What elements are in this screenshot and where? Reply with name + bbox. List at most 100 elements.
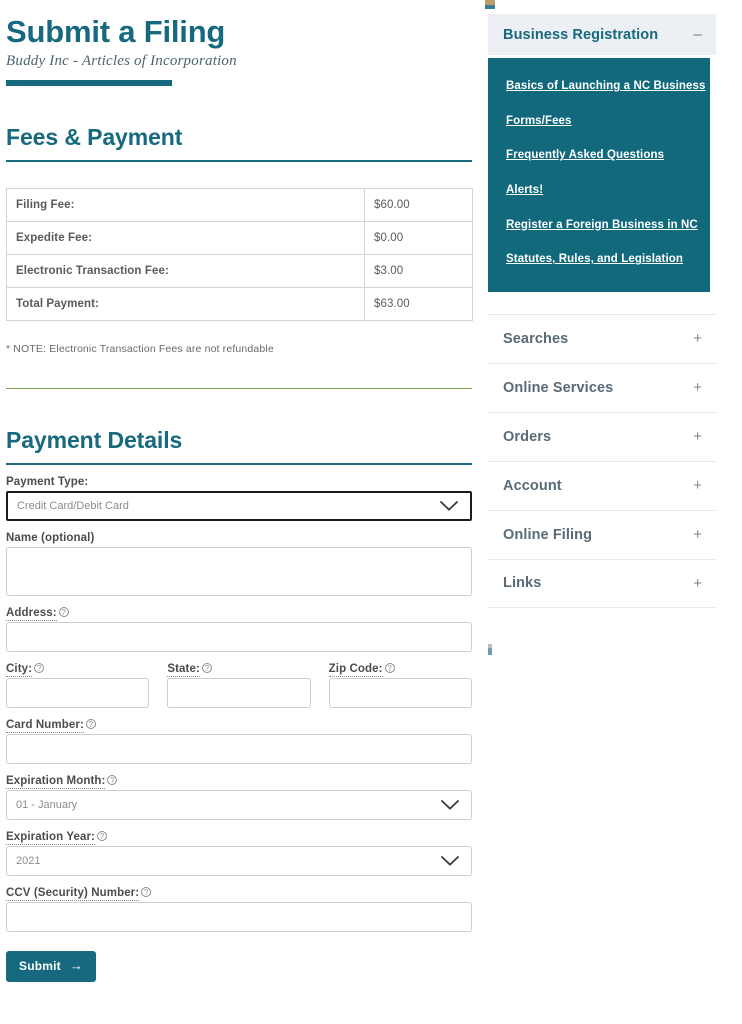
plus-icon[interactable]: + (693, 576, 702, 591)
expiration-month-value: 01 - January (16, 798, 78, 811)
fee-label: Filing Fee: (6, 187, 365, 222)
payment-section-heading: Payment Details (6, 426, 183, 453)
plus-icon[interactable]: + (693, 331, 702, 346)
plus-icon[interactable]: + (693, 527, 702, 542)
chevron-down-icon (441, 799, 459, 810)
table-row: Total Payment: $63.00 (6, 286, 473, 321)
name-input[interactable] (6, 546, 472, 596)
field-zip: Zip Code:? (328, 662, 472, 708)
expiration-year-select[interactable]: 2021 (6, 845, 472, 876)
zip-label-text: Zip Code: (328, 662, 383, 677)
help-icon[interactable]: ? (58, 606, 69, 617)
ccv-label: CCV (Security) Number:? (6, 886, 472, 901)
sidebar-section-business-registration[interactable]: Business Registration – (488, 14, 716, 55)
sidebar-section-online-filing[interactable]: Online Filing + (488, 509, 716, 559)
state-label-text: State: (167, 662, 200, 677)
help-icon[interactable]: ? (201, 662, 212, 673)
chevron-down-icon (440, 500, 458, 511)
arrow-right-icon: → (69, 958, 84, 974)
fee-label: Expedite Fee: (6, 220, 365, 255)
main-content: Submit a Filing Buddy Inc - Articles of … (0, 0, 480, 982)
field-name: Name (optional) (6, 532, 472, 596)
sidebar-section-title: Account (503, 477, 562, 494)
submit-button[interactable]: Submit → (6, 950, 97, 982)
name-label-text: Name (optional) (6, 531, 95, 544)
card-number-input[interactable] (6, 733, 472, 764)
help-icon[interactable]: ? (34, 662, 45, 673)
fee-amount: $0.00 (364, 220, 473, 255)
fee-label: Total Payment: (6, 286, 365, 321)
field-city-state-zip-row: City:? State:? Zip Code:? (6, 662, 472, 708)
expiration-month-select[interactable]: 01 - January (6, 789, 472, 820)
expiration-year-label-text: Expiration Year: (6, 830, 95, 845)
card-number-label: Card Number:? (6, 718, 472, 733)
address-label-text: Address: (6, 606, 57, 621)
sidebar-accordion-list: Searches + Online Services + Orders + Ac… (488, 313, 716, 608)
field-address: Address:? (6, 606, 472, 652)
field-card-number: Card Number:? (6, 718, 472, 764)
sidebar-link-statutes[interactable]: Statutes, Rules, and Legislation (488, 253, 710, 266)
address-input[interactable] (6, 621, 472, 652)
help-icon[interactable]: ? (107, 774, 118, 785)
address-label: Address:? (6, 606, 472, 621)
payment-section-rule (6, 462, 472, 465)
payment-type-select[interactable]: Credit Card/Debit Card (6, 490, 472, 521)
sidebar-section-orders[interactable]: Orders + (488, 411, 716, 461)
zip-label: Zip Code:? (328, 662, 472, 677)
sidebar-section-account[interactable]: Account + (488, 460, 716, 510)
help-icon[interactable]: ? (96, 830, 107, 841)
card-number-label-text: Card Number: (6, 718, 84, 733)
state-input[interactable] (167, 677, 311, 708)
sidebar-section-searches[interactable]: Searches + (488, 313, 716, 363)
field-city: City:? (6, 662, 150, 708)
page-subtitle: Buddy Inc - Articles of Incorporation (6, 52, 237, 69)
expiration-year-label: Expiration Year:? (6, 830, 472, 845)
plus-icon[interactable]: + (693, 429, 702, 444)
fee-amount: $63.00 (364, 286, 473, 321)
sidebar-link-faq[interactable]: Frequently Asked Questions (488, 149, 710, 162)
expiration-month-label-text: Expiration Month: (6, 774, 106, 789)
payment-type-label-text: Payment Type: (6, 475, 89, 488)
fees-table: Filing Fee: $60.00 Expedite Fee: $0.00 E… (6, 187, 473, 321)
fees-section-heading: Fees & Payment (6, 123, 183, 150)
help-icon[interactable]: ? (384, 662, 395, 673)
title-underline-rule (6, 79, 172, 86)
ccv-input[interactable] (6, 901, 472, 932)
sidebar-section-online-services[interactable]: Online Services + (488, 362, 716, 412)
submit-button-label: Submit (19, 958, 61, 973)
city-label: City:? (6, 662, 149, 677)
plus-icon[interactable]: + (693, 478, 702, 493)
fees-section-rule (6, 159, 472, 162)
field-payment-type: Payment Type: Credit Card/Debit Card (6, 476, 472, 521)
sidebar-links-panel: Basics of Launching a NC Business Forms/… (488, 58, 710, 292)
payment-form: Payment Type: Credit Card/Debit Card Nam… (6, 476, 472, 982)
city-label-text: City: (6, 662, 33, 677)
field-ccv: CCV (Security) Number:? (6, 886, 472, 932)
table-row: Filing Fee: $60.00 (6, 187, 473, 222)
page-title: Submit a Filing (6, 14, 226, 49)
expiration-year-value: 2021 (16, 854, 41, 867)
sidebar-link-register-foreign-business[interactable]: Register a Foreign Business in NC (488, 219, 710, 232)
plus-icon[interactable]: + (693, 380, 702, 395)
sidebar-link-basics[interactable]: Basics of Launching a NC Business (488, 80, 710, 93)
sidebar-section-title: Links (503, 575, 542, 592)
zip-input[interactable] (328, 677, 472, 708)
payment-type-value: Credit Card/Debit Card (17, 499, 129, 512)
sidebar-link-forms-fees[interactable]: Forms/Fees (488, 115, 710, 128)
sidebar-section-links[interactable]: Links + (488, 558, 716, 608)
city-input[interactable] (6, 677, 150, 708)
section-divider (6, 387, 472, 389)
sidebar: Business Registration – Basics of Launch… (480, 0, 742, 655)
fee-label: Electronic Transaction Fee: (6, 253, 365, 288)
table-row: Electronic Transaction Fee: $3.00 (6, 253, 473, 288)
sidebar-section-title: Online Filing (503, 526, 593, 543)
minus-icon[interactable]: – (694, 27, 702, 42)
state-label: State:? (167, 662, 310, 677)
sidebar-link-alerts[interactable]: Alerts! (488, 184, 710, 197)
cropped-widget-top (485, 0, 495, 9)
fees-note: * NOTE: Electronic Transaction Fees are … (6, 342, 274, 355)
fee-amount: $60.00 (364, 187, 473, 222)
help-icon[interactable]: ? (141, 886, 152, 897)
field-expiration-year: Expiration Year:? 2021 (6, 830, 472, 876)
help-icon[interactable]: ? (85, 718, 96, 729)
